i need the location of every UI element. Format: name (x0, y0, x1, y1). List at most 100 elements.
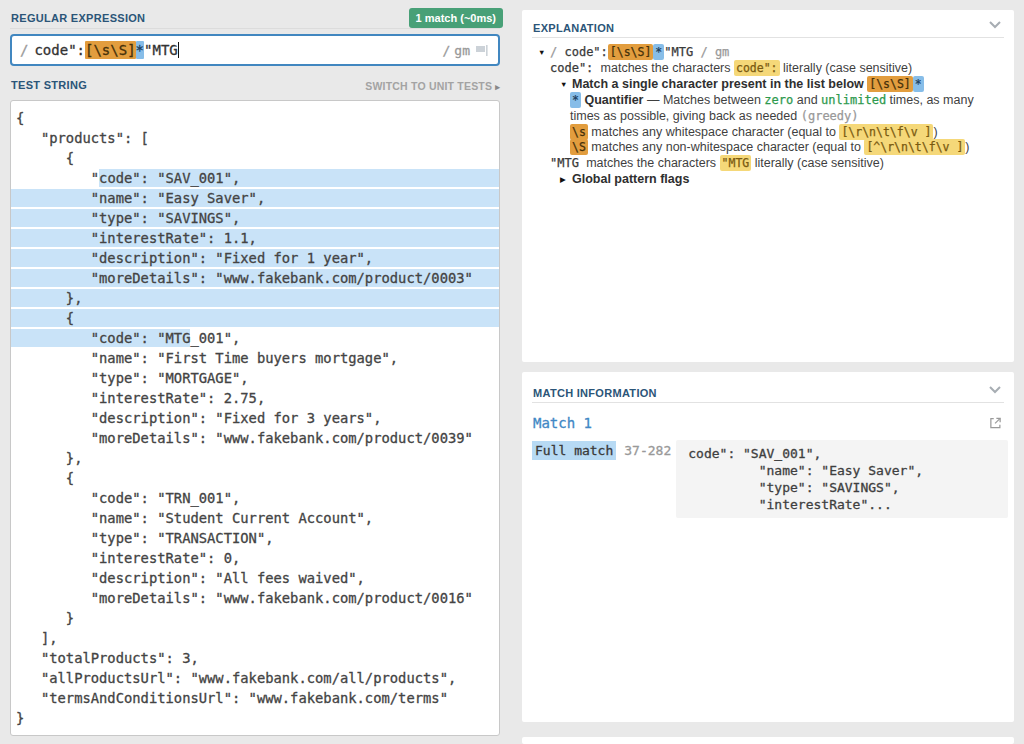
switch-to-unit-tests-link[interactable]: SWITCH TO UNIT TESTS ▸ (365, 80, 500, 92)
test-string-line: "description": "Fixed for 1 year", (11, 248, 499, 268)
test-string-line: "code": "TRN_001", (11, 488, 499, 508)
regex-section-header: REGULAR EXPRESSION 1 match (~0ms) (10, 0, 500, 29)
test-string-line: "termsAndConditionsUrl": "www.fakebank.c… (11, 688, 499, 708)
explanation-token: "MTG (550, 156, 586, 170)
explanation-token: times, as many (886, 93, 974, 107)
regex-input[interactable]: / code":[\s\S]*"MTG / gm (10, 34, 500, 66)
explanation-token: and (793, 93, 821, 107)
explanation-token: "MTG (664, 45, 693, 59)
expand-toggle-icon[interactable]: ▶ (560, 172, 572, 188)
text-cursor (178, 42, 179, 58)
test-string-line: ], (11, 628, 499, 648)
test-string-line: "description": "All fees waived", (11, 568, 499, 588)
explanation-token: \s (570, 124, 588, 140)
test-string-line: { (11, 308, 499, 328)
regex-token: code": (34, 42, 85, 58)
explanation-row: * Quantifier — Matches between zero and … (522, 93, 1008, 109)
explanation-title: EXPLANATION (533, 22, 614, 34)
explanation-row: times as possible, giving back as needed… (522, 109, 1008, 125)
explanation-row: "MTG matches the characters "MTG literal… (522, 156, 1008, 172)
regex-flags-area[interactable]: / gm (443, 43, 490, 58)
regex-close-delimiter: / (443, 43, 451, 58)
test-string-line: }, (11, 288, 499, 308)
arrow-right-icon: ▸ (495, 82, 500, 92)
explanation-token: Quantifier (581, 93, 644, 107)
explanation-token: * (570, 92, 581, 108)
regex-open-delimiter: / (20, 42, 28, 58)
regex-pattern: code":[\s\S]*"MTG (34, 42, 177, 58)
test-string-line: { (11, 468, 499, 488)
match-information-panel: MATCH INFORMATION Match 1 Full match 37-… (522, 372, 1014, 722)
collapse-toggle-icon[interactable]: ▼ (560, 77, 572, 93)
collapse-toggle-icon[interactable]: ▼ (538, 45, 550, 61)
match-preview-line: "interestRate"... (688, 496, 1004, 513)
test-string-line: "interestRate": 0, (11, 548, 499, 568)
test-string-line: "name": "Student Current Account", (11, 508, 499, 528)
explanation-token: code": (734, 60, 780, 76)
test-string-line: "moreDetails": "www.fakebank.com/product… (11, 588, 499, 608)
match-range: 37-282 (624, 443, 671, 458)
match-1-row[interactable]: Match 1 (532, 403, 1004, 431)
explanation-token: zero (764, 93, 793, 107)
test-string-line: "moreDetails": "www.fakebank.com/product… (11, 268, 499, 288)
test-string-line: } (11, 608, 499, 628)
test-string-line: { (11, 108, 499, 128)
explanation-token: [^\r\n\t\f\v ] (864, 139, 965, 155)
explanation-token: literally (case sensitive) (751, 156, 884, 170)
chevron-down-icon[interactable] (988, 20, 1002, 29)
test-string-line: "code": "MTG_001", (11, 328, 499, 348)
full-match-label: Full match (532, 441, 616, 460)
test-string-line: "code": "SAV_001", (11, 168, 499, 188)
next-panel-edge (522, 737, 1014, 744)
test-string-input[interactable]: { "products": [ { "code": "SAV_001", "na… (10, 100, 500, 736)
explanation-token: "MTG (720, 155, 752, 171)
match-preview-line: "name": "Easy Saver", (688, 462, 1004, 479)
test-string-line: "type": "TRANSACTION", (11, 528, 499, 548)
test-string-line: "interestRate": 2.75, (11, 388, 499, 408)
explanation-token: / (550, 45, 564, 59)
explanation-token: — Matches between (643, 93, 764, 107)
explanation-token: [\s\S] (867, 76, 913, 92)
regex-token: "MTG (144, 42, 178, 58)
explanation-row: code": matches the characters code": lit… (522, 61, 1008, 77)
explanation-token: Match a single character present in the … (572, 77, 867, 91)
test-string-line: } (11, 708, 499, 728)
match-preview: code": "SAV_001", "name": "Easy Saver", … (676, 440, 1008, 518)
test-string-line: "moreDetails": "www.fakebank.com/product… (11, 428, 499, 448)
explanation-row: \s matches any whitespace character (equ… (522, 125, 1008, 141)
export-match-icon[interactable] (988, 416, 1003, 430)
regex-flags: gm (454, 43, 470, 58)
explanation-row: ▼/ code":[\s\S]*"MTG / gm (522, 45, 1008, 61)
regex-section-title: REGULAR EXPRESSION (11, 12, 145, 24)
test-string-line: "type": "SAVINGS", (11, 208, 499, 228)
explanation-token: ) (933, 125, 937, 139)
explanation-token: literally (case sensitive) (780, 61, 913, 75)
chevron-down-icon[interactable] (988, 385, 1002, 394)
explanation-token: times as possible, giving back as needed (570, 109, 801, 123)
left-column: REGULAR EXPRESSION 1 match (~0ms) / code… (10, 0, 500, 736)
explanation-token: unlimited (821, 93, 886, 107)
explanation-token: matches the characters (601, 61, 734, 75)
explanation-token: ) (965, 140, 969, 154)
match-preview-line: "type": "SAVINGS", (688, 479, 1004, 496)
explanation-header: EXPLANATION (532, 10, 1004, 38)
test-string-line: "name": "First Time buyers mortgage", (11, 348, 499, 368)
match-information-title: MATCH INFORMATION (533, 387, 657, 399)
explanation-token: matches any whitespace character (equal … (588, 125, 840, 139)
explanation-token: / gm (693, 45, 729, 59)
regex-token: [\s\S] (85, 41, 136, 59)
explanation-row: ▶Global pattern flags (522, 172, 1008, 188)
explanation-token: (greedy) (801, 109, 859, 123)
explanation-token: * (653, 44, 664, 60)
test-string-header: TEST STRING SWITCH TO UNIT TESTS ▸ (10, 66, 500, 100)
test-string-title: TEST STRING (11, 79, 87, 91)
explanation-token: \S (570, 139, 588, 155)
test-string-line: "type": "MORTGAGE", (11, 368, 499, 388)
explanation-token: code": (550, 61, 601, 75)
explanation-token: * (913, 76, 924, 92)
flag-icon[interactable] (475, 44, 490, 57)
explanation-token: [\s\S] (608, 44, 654, 60)
test-string-line: "name": "Easy Saver", (11, 188, 499, 208)
match-information-header: MATCH INFORMATION (532, 372, 1004, 403)
explanation-token: code": (564, 45, 607, 59)
